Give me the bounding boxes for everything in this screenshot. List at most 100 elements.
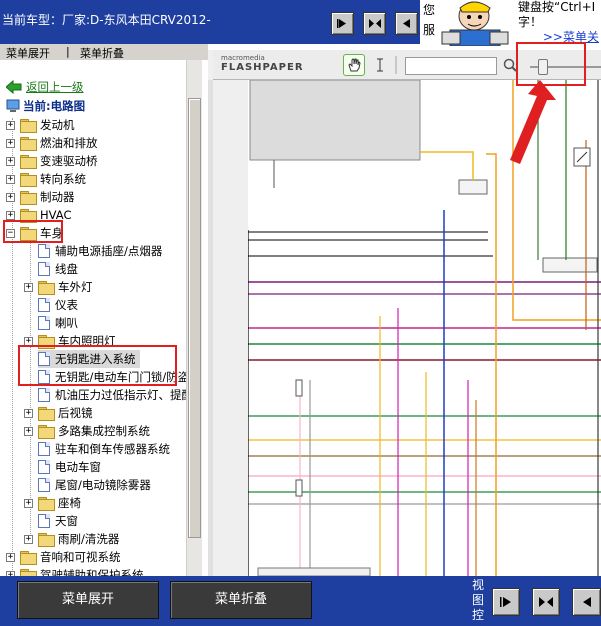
document-left-scrollbar[interactable] bbox=[208, 80, 213, 576]
expand-icon[interactable]: + bbox=[24, 426, 33, 436]
connector-box bbox=[542, 257, 598, 273]
tree-item[interactable]: + HVAC bbox=[6, 206, 71, 224]
expand-icon[interactable]: + bbox=[24, 408, 33, 418]
tree-item-label: 制动器 bbox=[40, 190, 75, 204]
menu-expand-button[interactable]: 菜单展开 bbox=[17, 581, 159, 619]
tree-child-item[interactable]: 天窗 bbox=[38, 512, 78, 530]
tree-item[interactable]: + 驾驶辅助和保护系统 bbox=[6, 566, 144, 576]
tree-child-item[interactable]: 仪表 bbox=[38, 296, 78, 314]
expand-icon[interactable]: + bbox=[6, 120, 15, 130]
view-control-label: 视图控 bbox=[472, 578, 485, 622]
tree-item[interactable]: + 发动机 bbox=[6, 116, 75, 134]
folder-icon bbox=[20, 155, 37, 169]
document-icon bbox=[38, 316, 50, 330]
tree-scrollbar[interactable] bbox=[186, 60, 202, 576]
tree-child-item[interactable]: + 车外灯 bbox=[24, 278, 93, 296]
tree-child-item[interactable]: 驻车和倒车传感器系统 bbox=[38, 440, 170, 458]
tree-back-row[interactable]: 返回上一级 bbox=[6, 78, 84, 96]
tree-child-item[interactable]: 电动车窗 bbox=[38, 458, 101, 476]
menu-close-link[interactable]: >>菜单关 bbox=[543, 30, 599, 45]
tree-child-item[interactable]: + 雨刷/清洗器 bbox=[24, 530, 119, 548]
tree-item[interactable]: + 制动器 bbox=[6, 188, 75, 206]
tree-child-item[interactable]: + 后视镜 bbox=[24, 404, 93, 422]
menu-collapse-button[interactable]: 菜单折叠 bbox=[170, 581, 312, 619]
tree-item[interactable]: + 变速驱动桥 bbox=[6, 152, 98, 170]
menu-collapse-link[interactable]: 菜单折叠 bbox=[80, 45, 124, 61]
tree-item[interactable]: + 音响和可视系统 bbox=[6, 548, 121, 566]
page-number-input[interactable] bbox=[405, 57, 497, 75]
view-fit-button[interactable] bbox=[532, 588, 560, 616]
text-select-tool-button[interactable] bbox=[369, 54, 391, 76]
tree-child-item[interactable]: 辅助电源插座/点烟器 bbox=[38, 242, 162, 260]
document-icon bbox=[38, 460, 50, 474]
expand-icon[interactable]: + bbox=[24, 534, 33, 544]
menu-tree: 返回上一级 当前:电路图 + 发动机 + 燃油和排放 + 变速驱动桥 + 转向系统 + 制… bbox=[0, 60, 202, 576]
document-icon bbox=[38, 388, 50, 402]
folder-open-icon bbox=[20, 227, 37, 241]
arrow-left-icon bbox=[403, 19, 410, 28]
tree-item-label: 变速驱动桥 bbox=[40, 154, 98, 168]
tree-child-item[interactable]: + 车内照明灯 bbox=[24, 332, 116, 350]
tree-item-label: 喇叭 bbox=[55, 316, 78, 330]
side-tab[interactable]: 您服 bbox=[420, 0, 438, 44]
page-fit-button[interactable] bbox=[363, 12, 386, 35]
tree-child-item[interactable]: + 多路集成控制系统 bbox=[24, 422, 150, 440]
tree-item-body[interactable]: − 车身 bbox=[6, 224, 63, 242]
tree-child-item[interactable]: + 座椅 bbox=[24, 494, 81, 512]
tree-item-label: 线盘 bbox=[55, 262, 78, 276]
view-back-button[interactable] bbox=[572, 588, 601, 616]
page-back-button[interactable] bbox=[395, 12, 418, 35]
collapse-icon[interactable]: − bbox=[6, 228, 15, 238]
document-icon bbox=[38, 244, 50, 258]
expand-icon[interactable]: + bbox=[6, 192, 15, 202]
hand-tool-button[interactable] bbox=[343, 54, 365, 76]
search-button[interactable] bbox=[499, 54, 521, 76]
arrow-right-icon bbox=[337, 19, 346, 28]
tree-child-item[interactable]: 线盘 bbox=[38, 260, 78, 278]
expand-icon[interactable]: + bbox=[24, 336, 33, 346]
tree-item-label: 天窗 bbox=[55, 514, 78, 528]
hand-icon bbox=[348, 58, 361, 72]
expand-icon[interactable]: + bbox=[6, 156, 15, 166]
zoom-slider-thumb[interactable] bbox=[538, 59, 548, 75]
logo-small-text: macromedia bbox=[221, 54, 265, 62]
tree-item-label: 尾窗/电动镜除雾器 bbox=[55, 478, 151, 492]
tree-item[interactable]: + 燃油和排放 bbox=[6, 134, 98, 152]
tree-child-item-selected[interactable]: 无钥匙进入系统 bbox=[38, 350, 140, 368]
expand-icon[interactable]: + bbox=[6, 210, 15, 220]
current-vehicle-title: 当前车型：厂家:D-东风本田CRV2012- bbox=[2, 13, 211, 27]
tree-item-label: 转向系统 bbox=[40, 172, 86, 186]
tree-item[interactable]: + 转向系统 bbox=[6, 170, 86, 188]
document-icon bbox=[38, 298, 50, 312]
tree-scrollbar-thumb[interactable] bbox=[188, 98, 201, 538]
current-location-label: 当前:电路图 bbox=[23, 99, 86, 113]
tree-item-label: 驾驶辅助和保护系统 bbox=[40, 568, 144, 576]
tree-item-label: 辅助电源插座/点烟器 bbox=[55, 244, 163, 258]
annotation-arrow-icon bbox=[510, 80, 556, 164]
expand-icon[interactable]: + bbox=[24, 498, 33, 508]
folder-icon bbox=[20, 137, 37, 151]
tree-child-item[interactable]: 机油压力过低指示灯、提醒 bbox=[38, 386, 193, 404]
view-prev-button[interactable] bbox=[492, 588, 520, 616]
tree-child-item[interactable]: 无钥匙/电动车门门锁/防盗 bbox=[38, 368, 189, 386]
connector-box bbox=[458, 179, 488, 195]
tree-item-label: 多路集成控制系统 bbox=[58, 424, 150, 438]
folder-icon bbox=[20, 209, 37, 223]
page-prev-button[interactable] bbox=[331, 12, 354, 35]
back-link[interactable]: 返回上一级 bbox=[26, 78, 84, 96]
control-unit-block bbox=[249, 80, 421, 161]
computer-icon bbox=[6, 99, 20, 112]
toolbar-separator bbox=[395, 56, 397, 74]
expand-icon[interactable]: + bbox=[6, 138, 15, 148]
expand-icon[interactable]: + bbox=[24, 282, 33, 292]
tree-child-item[interactable]: 喇叭 bbox=[38, 314, 78, 332]
menu-expand-link[interactable]: 菜单展开 bbox=[6, 45, 50, 61]
folder-icon bbox=[20, 191, 37, 205]
tree-child-item[interactable]: 尾窗/电动镜除雾器 bbox=[38, 476, 151, 494]
tree-item-label: 发动机 bbox=[40, 118, 75, 132]
expand-icon[interactable]: + bbox=[6, 552, 15, 562]
tree-item-label: 座椅 bbox=[58, 496, 81, 510]
folder-icon bbox=[38, 497, 55, 511]
folder-icon bbox=[20, 551, 37, 565]
expand-icon[interactable]: + bbox=[6, 174, 15, 184]
